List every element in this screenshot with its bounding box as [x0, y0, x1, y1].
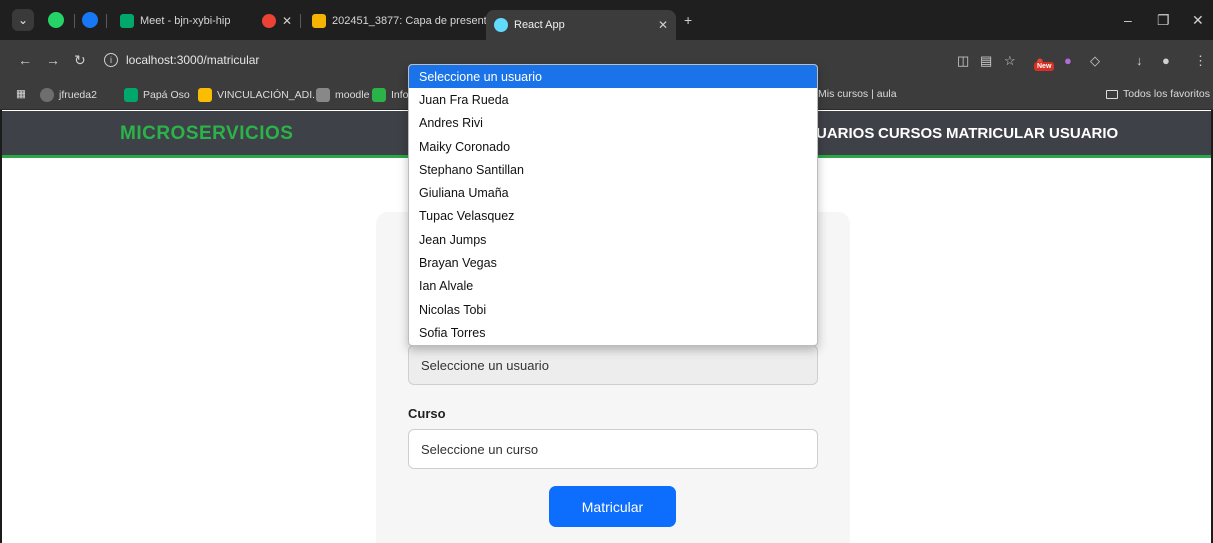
curso-select[interactable]: Seleccione un curso [408, 429, 818, 469]
reload-icon[interactable]: ↻ [74, 52, 86, 69]
curso-select-value: Seleccione un curso [421, 441, 539, 457]
tab-label: Meet - bjn-xybi-hip [140, 15, 231, 27]
moodle-icon [312, 14, 326, 28]
bookmark-vinculacion[interactable]: VINCULACIÓN_ADI... [198, 88, 321, 102]
close-icon[interactable]: ✕ [658, 18, 668, 32]
dropdown-option[interactable]: Giuliana Umaña [409, 181, 817, 204]
nav-cursos[interactable]: CURSOS [878, 125, 942, 142]
matricular-button[interactable]: Matricular [549, 486, 676, 527]
minimize-icon[interactable]: – [1124, 12, 1132, 28]
tab-meet[interactable]: Meet - bjn-xybi-hip [112, 8, 238, 34]
meet-icon [120, 14, 134, 28]
bookmark-label: jfrueda2 [59, 89, 97, 101]
info-icon [372, 88, 386, 102]
github-icon [40, 88, 54, 102]
download-icon[interactable]: ↓ [1136, 53, 1143, 68]
dropdown-option[interactable]: Sofia Torres [409, 321, 817, 344]
dropdown-option[interactable]: Nicolas Tobi [409, 298, 817, 321]
site-info-icon[interactable]: i [104, 53, 118, 67]
back-icon[interactable]: ← [18, 52, 32, 68]
nav-usuarios[interactable]: UARIOS [816, 125, 874, 142]
usuario-select-value: Seleccione un usuario [421, 357, 549, 373]
menu-kebab-icon[interactable]: ⋮ [1194, 53, 1207, 69]
close-window-icon[interactable]: ✕ [1192, 12, 1204, 29]
moodle-icon [316, 88, 330, 102]
drive-icon [198, 88, 212, 102]
address-bar[interactable]: i localhost:3000/matricular [104, 47, 404, 73]
nav-matricular-usuario[interactable]: MATRICULAR USUARIO [946, 125, 1118, 142]
tab-separator [74, 14, 75, 28]
folder-icon [1106, 89, 1118, 99]
usuario-select[interactable]: Seleccione un usuario [408, 345, 818, 385]
dropdown-option[interactable]: Ian Alvale [409, 275, 817, 298]
tab-label: React App [514, 19, 565, 31]
brand-logo[interactable]: MICROSERVICIOS [120, 123, 293, 145]
extensions-icon[interactable]: ◇ [1090, 53, 1100, 69]
cast-icon[interactable]: ◫ [957, 53, 969, 69]
bookmark-info[interactable]: Info [372, 88, 409, 102]
bookmark-label: Papá Oso [143, 89, 190, 101]
close-icon[interactable]: ✕ [282, 14, 292, 28]
dropdown-option[interactable]: Stephano Santillan [409, 158, 817, 181]
dropdown-option[interactable]: Brayan Vegas [409, 251, 817, 274]
tab-react-app[interactable]: React App ✕ [486, 10, 676, 40]
dropdown-option[interactable]: Jean Jumps [409, 228, 817, 251]
tab-separator [106, 14, 107, 28]
bookmark-todos-favoritos[interactable]: Todos los favoritos [1106, 88, 1210, 100]
meet-icon [124, 88, 138, 102]
bookmark-label: Mis cursos | aula [818, 88, 897, 100]
bookmark-label: moodle [335, 89, 370, 101]
gemini-icon[interactable]: ● [1064, 53, 1072, 68]
bookmark-mis-cursos[interactable]: Mis cursos | aula [818, 88, 897, 100]
bookmark-papa-oso[interactable]: Papá Oso [124, 88, 190, 102]
tab-separator [300, 14, 301, 28]
bookmark-moodle[interactable]: moodle [316, 88, 369, 102]
bookmark-label: Info [391, 89, 409, 101]
facebook-icon[interactable] [82, 12, 98, 28]
restore-icon[interactable]: ❐ [1157, 12, 1170, 29]
new-badge: New [1034, 62, 1055, 71]
dropdown-option[interactable]: Tupac Velasquez [409, 205, 817, 228]
tab-search-icon[interactable]: ⌄ [12, 9, 34, 31]
whatsapp-icon[interactable] [48, 12, 64, 28]
dropdown-option[interactable]: Juan Fra Rueda [409, 88, 817, 111]
tab-label: 202451_3877: Capa de presenta [332, 15, 493, 27]
tab-presentacion[interactable]: 202451_3877: Capa de presenta ✕ [304, 8, 517, 34]
dropdown-option[interactable]: Seleccione un usuario [409, 65, 817, 89]
bookmark-label: Todos los favoritos [1123, 88, 1210, 100]
record-icon [262, 14, 276, 28]
tab-strip: ⌄ Meet - bjn-xybi-hip ✕ 202451_3877: Cap… [0, 0, 1213, 40]
new-tab-icon[interactable]: + [684, 12, 692, 28]
bookmark-jfrueda2[interactable]: jfrueda2 [40, 88, 97, 102]
url-text: localhost:3000/matricular [126, 53, 260, 67]
apps-icon[interactable]: ▦ [16, 88, 26, 100]
dropdown-option[interactable]: Maiky Coronado [409, 135, 817, 158]
dropdown-option[interactable]: Andres Rivi [409, 112, 817, 135]
tab-recording[interactable]: ✕ [254, 8, 300, 34]
forward-icon[interactable]: → [46, 52, 60, 68]
usuario-dropdown-list[interactable]: Seleccione un usuario Juan Fra Rueda And… [408, 64, 818, 346]
profile-avatar-icon[interactable]: ● [1162, 53, 1170, 68]
bookmark-label: VINCULACIÓN_ADI... [217, 89, 321, 101]
star-icon[interactable]: ☆ [1004, 53, 1016, 69]
curso-label: Curso [408, 406, 446, 421]
react-icon [494, 18, 508, 32]
translate-icon[interactable]: ▤ [980, 53, 992, 69]
